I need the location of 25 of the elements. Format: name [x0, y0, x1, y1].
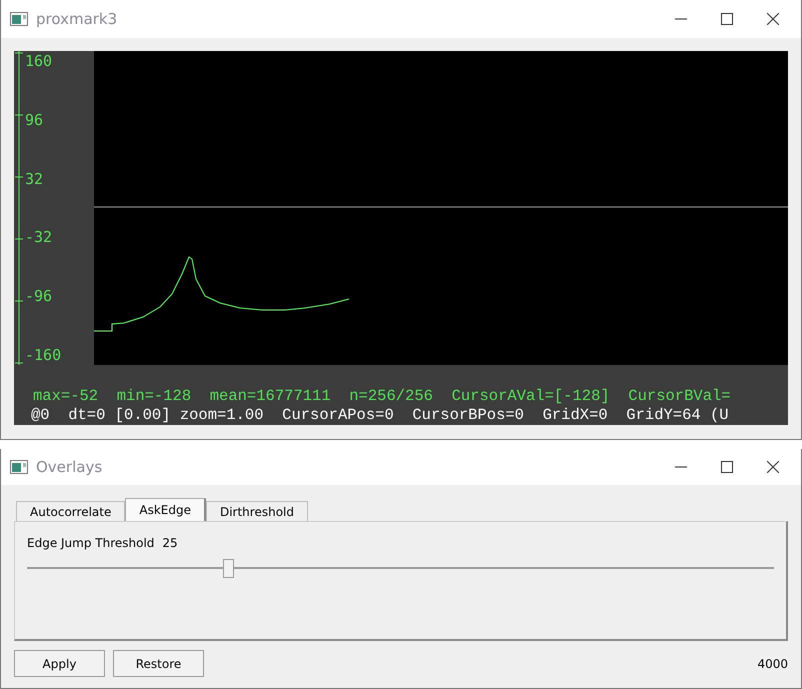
axis-tick-label: 96 — [25, 110, 44, 130]
slider-label: Edge Jump Threshold — [27, 536, 154, 550]
action-button[interactable]: Apply — [14, 650, 105, 677]
tab[interactable]: Autocorrelate — [16, 501, 126, 521]
status-value: 4000 — [757, 656, 788, 670]
close-icon[interactable] — [767, 13, 779, 25]
axis-tick-label: -96 — [25, 286, 54, 306]
app-icon — [10, 12, 28, 26]
action-button[interactable]: Restore — [113, 650, 204, 677]
maximize-icon[interactable] — [721, 13, 733, 25]
window-title: Overlays — [36, 458, 102, 476]
axis-tick-label: -32 — [25, 227, 54, 248]
axis-tick-label: 32 — [25, 168, 44, 189]
tab[interactable]: Dirthreshold — [206, 501, 308, 521]
tab[interactable]: AskEdge — [125, 498, 206, 521]
status-text: @0 dt=0 [0.00] zoom=1.00 CursorAPos=0 CursorBPos=0 GridX=0 GridY=64 (U — [30, 406, 730, 425]
slider-thumb[interactable] — [222, 559, 234, 578]
axis-tick-label: -160 — [25, 344, 62, 365]
status-text: max=-52 min=-128 mean=16777111 n=256/256 CursorAVal=[-128] CursorBVal= — [32, 387, 732, 406]
maximize-icon[interactable] — [721, 461, 733, 473]
close-icon[interactable] — [767, 461, 779, 473]
app-icon — [10, 460, 28, 474]
window-title: proxmark3 — [36, 10, 118, 28]
axis-tick-label: 160 — [25, 51, 54, 71]
slider-value: 25 — [162, 536, 178, 550]
